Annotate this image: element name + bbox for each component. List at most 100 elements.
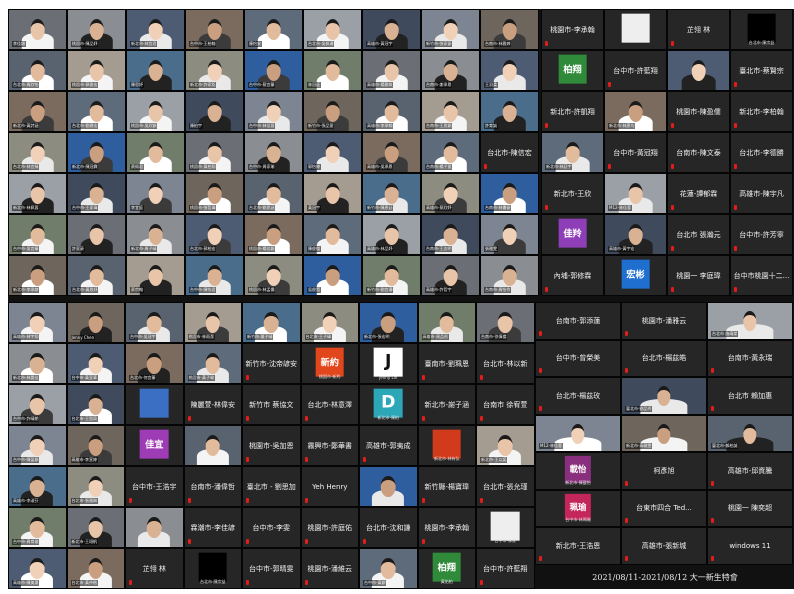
participant-tile[interactable]: 台中市-陳怡君 [185, 255, 244, 296]
participant-tile[interactable]: 桃園市-黃柏翔 [185, 132, 244, 173]
participant-tile[interactable]: 台中市-許晴朗 [8, 384, 67, 425]
participant-tile[interactable]: 台北市-陳信宏 [480, 132, 539, 173]
participant-tile[interactable]: 黃冠宇 [303, 173, 362, 214]
participant-tile[interactable]: 陳思妤 [126, 50, 185, 91]
participant-tile[interactable]: 載怡 新北市-陳載怡 [535, 452, 621, 490]
participant-tile[interactable]: 台北市 張瀚元 [667, 214, 730, 255]
participant-tile[interactable]: 蔡佩君 [126, 132, 185, 173]
participant-tile[interactable]: 台北市-劉思涵 [244, 173, 303, 214]
participant-tile[interactable]: 台北市-林以新 [476, 343, 535, 384]
participant-tile[interactable]: 台中市-曾榮美 [535, 339, 621, 377]
participant-tile[interactable]: 台中市-許芳寧 [730, 214, 793, 255]
participant-tile[interactable]: 台東市四合 Ted... [621, 489, 707, 527]
participant-tile[interactable]: 佳宜 [125, 425, 184, 466]
participant-tile[interactable]: 台中市-王浩宇 [125, 466, 184, 507]
participant-tile[interactable] [667, 50, 730, 91]
participant-tile[interactable]: 台北市-王子瑋 [300, 302, 359, 343]
participant-tile[interactable]: 台北市 施靖棠 [707, 302, 793, 340]
participant-tile[interactable]: 桃園市-張哲瑋 [185, 173, 244, 214]
participant-tile[interactable]: 台北市-張允瑾 [476, 466, 535, 507]
participant-tile[interactable]: 新北市-李柏翰 [730, 91, 793, 132]
participant-tile[interactable]: 台南市 徐宥萱 [476, 384, 535, 425]
participant-tile[interactable]: 新北市-林彥均 [604, 91, 667, 132]
participant-tile[interactable]: 高雄市-吳承恩 [362, 132, 421, 173]
participant-tile[interactable]: 台中市-林家 [476, 507, 535, 548]
participant-tile[interactable]: 高雄市-張新城 [621, 527, 707, 565]
participant-tile[interactable]: 新北市-王翊帆 [66, 507, 125, 548]
participant-tile[interactable]: 臺北市-賴柏誠 [707, 414, 793, 452]
participant-tile[interactable]: 台南市-楊子萱 [421, 132, 480, 173]
participant-tile[interactable]: 台南市-潘偉哲 [183, 466, 242, 507]
participant-tile[interactable]: 新竹市-葉子晴 [242, 302, 301, 343]
participant-tile[interactable]: 台北市-周欣怡 [8, 50, 67, 91]
participant-tile[interactable]: 新北市-謝子涵 [417, 384, 476, 425]
participant-tile[interactable]: 霖潮市-李佳諺 [183, 507, 242, 548]
participant-tile[interactable]: 花蓮-譚郁霖 [667, 173, 730, 214]
participant-tile[interactable]: windows 11 [707, 527, 793, 565]
participant-tile[interactable]: 桃園市-吳欣穎 [126, 91, 185, 132]
participant-tile[interactable] [604, 9, 667, 50]
participant-tile[interactable]: 佳羚 [541, 214, 604, 255]
participant-tile[interactable]: 台南市-郭添蓮 [535, 302, 621, 340]
participant-tile[interactable]: 新北市-林有弘 [417, 425, 476, 466]
participant-tile[interactable]: 台中市-黃宣華 [66, 343, 125, 384]
participant-tile[interactable]: 臺北市 - 劉思加 [242, 466, 301, 507]
participant-tile[interactable]: 台中市-周育璇 [8, 507, 67, 548]
participant-tile[interactable] [125, 384, 184, 425]
participant-tile[interactable]: 高雄市-李承翰 [362, 91, 421, 132]
participant-tile[interactable]: 新北市-張宏明 [359, 302, 418, 343]
participant-tile[interactable]: 高雄市-蔡欣妤 [421, 173, 480, 214]
participant-tile[interactable]: 高雄市-陳宇凡 [730, 173, 793, 214]
participant-tile[interactable]: 高雄市-林宇翔 [8, 302, 67, 343]
participant-tile[interactable]: 台中市桃園十二... [730, 255, 793, 296]
participant-tile[interactable]: 台北市-黃思妤 [67, 255, 126, 296]
participant-tile[interactable]: 桃園市-潘維云 [300, 548, 359, 589]
participant-tile[interactable]: 高雄市-楊雅筑 [362, 50, 421, 91]
participant-tile[interactable]: 高雄市-李宣婷 [66, 425, 125, 466]
participant-tile[interactable]: 李宜庭 [126, 173, 185, 214]
participant-tile[interactable]: 新北市-許家銘 [185, 50, 244, 91]
participant-tile[interactable]: 新竹市 蔡協文 [242, 384, 301, 425]
participant-tile[interactable]: 台北市-陳宗益 [183, 548, 242, 589]
participant-tile[interactable]: 高雄市-黃宇宏 [604, 214, 667, 255]
participant-tile[interactable]: 桃園市-林孟儒 [244, 255, 303, 296]
participant-tile[interactable]: M12-林佳蓉 [535, 414, 621, 452]
participant-tile[interactable]: 新北市-林佩蓉 [8, 173, 67, 214]
participant-tile[interactable]: 台南市-徐偉倫 [476, 302, 535, 343]
participant-tile[interactable]: 新北市-許凱翔 [541, 91, 604, 132]
participant-tile[interactable]: Yeh Henry [300, 466, 359, 507]
participant-tile[interactable]: 台中市-許藍翔 [604, 50, 667, 91]
participant-tile[interactable]: M12-林佳蓉 [604, 173, 667, 214]
participant-tile[interactable]: 台南市-林書豪 [480, 173, 539, 214]
participant-tile[interactable]: 臺南市-劉珮恩 [417, 343, 476, 384]
participant-tile[interactable]: J Jenny Lin [359, 343, 418, 384]
participant-tile[interactable]: 高雄市-許哲宇 [421, 255, 480, 296]
participant-tile[interactable]: 陳俊傑 [303, 214, 362, 255]
participant-tile[interactable]: 柏翔 [541, 50, 604, 91]
participant-tile[interactable]: 台北市-林意澤 [300, 384, 359, 425]
participant-tile[interactable]: 台中市-李雯 [242, 507, 301, 548]
participant-tile[interactable]: 張雅雯 [480, 214, 539, 255]
participant-tile[interactable]: 高雄市-李淑芬 [8, 466, 67, 507]
participant-tile[interactable]: 台中市-吳宜蓁 [8, 214, 67, 255]
participant-tile[interactable]: Jenny Chen [66, 302, 125, 343]
participant-tile[interactable]: 新北市-王欣 [541, 173, 604, 214]
participant-tile[interactable]: 芷翎 林 [667, 9, 730, 50]
participant-tile[interactable]: 台北市-張雅琳 [66, 466, 125, 507]
participant-tile[interactable]: 台南市-陳文泰 [667, 132, 730, 173]
participant-tile[interactable]: 許家豪 [67, 214, 126, 255]
participant-tile[interactable]: 陳怡安 [244, 9, 303, 50]
participant-tile[interactable]: 新竹市-沈帝諺安 [242, 343, 301, 384]
participant-tile[interactable]: 桃園市-李承翰 [541, 9, 604, 50]
participant-tile[interactable]: 台中市-吳冠宇 [125, 302, 184, 343]
participant-tile[interactable]: 蔡宗翰 [126, 255, 185, 296]
participant-tile[interactable]: 新北市-王以諾 [476, 425, 535, 466]
participant-tile[interactable]: 桃園一 李庭瑋 [667, 255, 730, 296]
participant-tile[interactable]: 桃園市-李承翰 [417, 507, 476, 548]
participant-tile[interactable]: 新北市-王浩恩 [535, 527, 621, 565]
participant-tile[interactable]: 臺北市-蔡賢宗 [730, 50, 793, 91]
participant-tile[interactable]: 台北市-郭柏宏 [185, 214, 244, 255]
participant-tile[interactable]: 吳俊賢 [303, 255, 362, 296]
participant-tile[interactable]: 桃園市-潘雅云 [621, 302, 707, 340]
participant-tile[interactable]: 台北市-王思齊 [66, 384, 125, 425]
